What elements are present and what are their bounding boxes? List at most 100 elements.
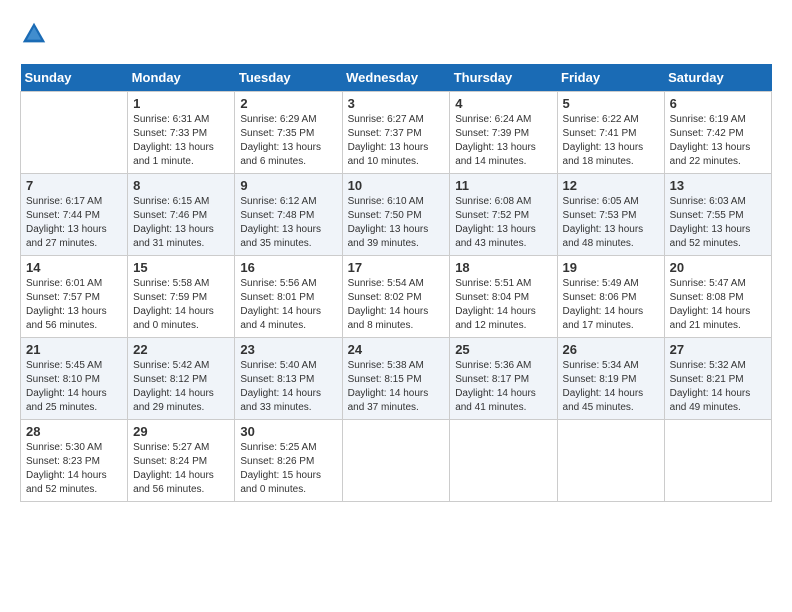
day-info: Sunrise: 5:27 AM Sunset: 8:24 PM Dayligh…	[133, 441, 229, 497]
day-number: 14	[26, 260, 122, 275]
calendar-cell	[342, 420, 450, 502]
calendar-cell: 10Sunrise: 6:10 AM Sunset: 7:50 PM Dayli…	[342, 174, 450, 256]
day-info: Sunrise: 6:24 AM Sunset: 7:39 PM Dayligh…	[455, 113, 551, 169]
day-number: 10	[348, 178, 445, 193]
column-header-sunday: Sunday	[21, 64, 128, 92]
day-number: 6	[670, 96, 766, 111]
day-info: Sunrise: 6:29 AM Sunset: 7:35 PM Dayligh…	[240, 113, 336, 169]
day-number: 9	[240, 178, 336, 193]
day-number: 27	[670, 342, 766, 357]
day-info: Sunrise: 6:05 AM Sunset: 7:53 PM Dayligh…	[563, 195, 659, 251]
calendar-cell: 8 Sunrise: 6:15 AM Sunset: 7:46 PM Daylig…	[128, 174, 235, 256]
day-info: Sunrise: 5:25 AM Sunset: 8:26 PM Dayligh…	[240, 441, 336, 497]
calendar-cell: 12 Sunrise: 6:05 AM Sunset: 7:53 PM Dayli…	[557, 174, 664, 256]
calendar-week-row: 14Sunrise: 6:01 AM Sunset: 7:57 PM Dayli…	[21, 256, 772, 338]
calendar-cell	[450, 420, 557, 502]
calendar-cell: 28 Sunrise: 5:30 AM Sunset: 8:23 PM Dayli…	[21, 420, 128, 502]
calendar-cell: 16 Sunrise: 5:56 AM Sunset: 8:01 PM Dayli…	[235, 256, 342, 338]
calendar-week-row: 1Sunrise: 6:31 AM Sunset: 7:33 PM Daylig…	[21, 92, 772, 174]
day-number: 26	[563, 342, 659, 357]
day-number: 30	[240, 424, 336, 439]
calendar-cell	[557, 420, 664, 502]
calendar-cell: 21 Sunrise: 5:45 AM Sunset: 8:10 PM Dayli…	[21, 338, 128, 420]
calendar-cell: 5 Sunrise: 6:22 AM Sunset: 7:41 PM Daylig…	[557, 92, 664, 174]
column-header-friday: Friday	[557, 64, 664, 92]
calendar-cell	[664, 420, 771, 502]
day-number: 28	[26, 424, 122, 439]
day-info: Sunrise: 6:31 AM Sunset: 7:33 PM Dayligh…	[133, 113, 229, 169]
calendar-cell: 22 Sunrise: 5:42 AM Sunset: 8:12 PM Dayli…	[128, 338, 235, 420]
calendar-cell: 27 Sunrise: 5:32 AM Sunset: 8:21 PM Dayli…	[664, 338, 771, 420]
column-header-saturday: Saturday	[664, 64, 771, 92]
day-info: Sunrise: 5:42 AM Sunset: 8:12 PM Dayligh…	[133, 359, 229, 415]
calendar-cell: 14Sunrise: 6:01 AM Sunset: 7:57 PM Dayli…	[21, 256, 128, 338]
day-number: 20	[670, 260, 766, 275]
day-info: Sunrise: 5:30 AM Sunset: 8:23 PM Dayligh…	[26, 441, 122, 497]
calendar-cell: 15Sunrise: 5:58 AM Sunset: 7:59 PM Dayli…	[128, 256, 235, 338]
calendar-cell: 6Sunrise: 6:19 AM Sunset: 7:42 PM Daylig…	[664, 92, 771, 174]
day-info: Sunrise: 5:40 AM Sunset: 8:13 PM Dayligh…	[240, 359, 336, 415]
day-number: 7	[26, 178, 122, 193]
calendar-week-row: 7 Sunrise: 6:17 AM Sunset: 7:44 PM Daylig…	[21, 174, 772, 256]
day-info: Sunrise: 5:38 AM Sunset: 8:15 PM Dayligh…	[348, 359, 445, 415]
day-number: 5	[563, 96, 659, 111]
calendar-week-row: 21 Sunrise: 5:45 AM Sunset: 8:10 PM Dayli…	[21, 338, 772, 420]
day-number: 29	[133, 424, 229, 439]
day-number: 3	[348, 96, 445, 111]
day-info: Sunrise: 6:08 AM Sunset: 7:52 PM Dayligh…	[455, 195, 551, 251]
column-header-thursday: Thursday	[450, 64, 557, 92]
day-number: 22	[133, 342, 229, 357]
day-info: Sunrise: 5:45 AM Sunset: 8:10 PM Dayligh…	[26, 359, 122, 415]
calendar-cell: 25Sunrise: 5:36 AM Sunset: 8:17 PM Dayli…	[450, 338, 557, 420]
calendar-cell	[21, 92, 128, 174]
calendar-cell: 3 Sunrise: 6:27 AM Sunset: 7:37 PM Daylig…	[342, 92, 450, 174]
column-header-wednesday: Wednesday	[342, 64, 450, 92]
day-info: Sunrise: 5:34 AM Sunset: 8:19 PM Dayligh…	[563, 359, 659, 415]
day-info: Sunrise: 6:03 AM Sunset: 7:55 PM Dayligh…	[670, 195, 766, 251]
calendar-cell: 17 Sunrise: 5:54 AM Sunset: 8:02 PM Dayli…	[342, 256, 450, 338]
day-number: 4	[455, 96, 551, 111]
day-number: 13	[670, 178, 766, 193]
day-number: 21	[26, 342, 122, 357]
day-info: Sunrise: 5:49 AM Sunset: 8:06 PM Dayligh…	[563, 277, 659, 333]
day-info: Sunrise: 5:54 AM Sunset: 8:02 PM Dayligh…	[348, 277, 445, 333]
day-info: Sunrise: 6:17 AM Sunset: 7:44 PM Dayligh…	[26, 195, 122, 251]
day-info: Sunrise: 6:15 AM Sunset: 7:46 PM Dayligh…	[133, 195, 229, 251]
day-info: Sunrise: 5:51 AM Sunset: 8:04 PM Dayligh…	[455, 277, 551, 333]
logo	[20, 20, 52, 48]
day-number: 12	[563, 178, 659, 193]
day-number: 18	[455, 260, 551, 275]
calendar-cell: 23 Sunrise: 5:40 AM Sunset: 8:13 PM Dayli…	[235, 338, 342, 420]
day-info: Sunrise: 6:12 AM Sunset: 7:48 PM Dayligh…	[240, 195, 336, 251]
day-number: 15	[133, 260, 229, 275]
day-info: Sunrise: 5:32 AM Sunset: 8:21 PM Dayligh…	[670, 359, 766, 415]
calendar-cell: 9 Sunrise: 6:12 AM Sunset: 7:48 PM Daylig…	[235, 174, 342, 256]
calendar-cell: 2Sunrise: 6:29 AM Sunset: 7:35 PM Daylig…	[235, 92, 342, 174]
calendar-cell: 24 Sunrise: 5:38 AM Sunset: 8:15 PM Dayli…	[342, 338, 450, 420]
day-number: 24	[348, 342, 445, 357]
day-number: 8	[133, 178, 229, 193]
day-number: 19	[563, 260, 659, 275]
day-info: Sunrise: 5:47 AM Sunset: 8:08 PM Dayligh…	[670, 277, 766, 333]
column-header-monday: Monday	[128, 64, 235, 92]
calendar-cell: 20 Sunrise: 5:47 AM Sunset: 8:08 PM Dayli…	[664, 256, 771, 338]
day-info: Sunrise: 6:27 AM Sunset: 7:37 PM Dayligh…	[348, 113, 445, 169]
day-info: Sunrise: 5:56 AM Sunset: 8:01 PM Dayligh…	[240, 277, 336, 333]
day-number: 11	[455, 178, 551, 193]
calendar-table: SundayMondayTuesdayWednesdayThursdayFrid…	[20, 64, 772, 502]
calendar-cell: 26 Sunrise: 5:34 AM Sunset: 8:19 PM Dayli…	[557, 338, 664, 420]
calendar-cell: 1Sunrise: 6:31 AM Sunset: 7:33 PM Daylig…	[128, 92, 235, 174]
day-number: 16	[240, 260, 336, 275]
day-info: Sunrise: 6:22 AM Sunset: 7:41 PM Dayligh…	[563, 113, 659, 169]
column-header-tuesday: Tuesday	[235, 64, 342, 92]
day-number: 23	[240, 342, 336, 357]
day-info: Sunrise: 5:36 AM Sunset: 8:17 PM Dayligh…	[455, 359, 551, 415]
page-header	[20, 20, 772, 48]
calendar-cell: 13 Sunrise: 6:03 AM Sunset: 7:55 PM Dayli…	[664, 174, 771, 256]
calendar-cell: 4 Sunrise: 6:24 AM Sunset: 7:39 PM Daylig…	[450, 92, 557, 174]
calendar-cell: 18 Sunrise: 5:51 AM Sunset: 8:04 PM Dayli…	[450, 256, 557, 338]
logo-icon	[20, 20, 48, 48]
calendar-week-row: 28 Sunrise: 5:30 AM Sunset: 8:23 PM Dayli…	[21, 420, 772, 502]
calendar-cell: 7 Sunrise: 6:17 AM Sunset: 7:44 PM Daylig…	[21, 174, 128, 256]
day-number: 17	[348, 260, 445, 275]
